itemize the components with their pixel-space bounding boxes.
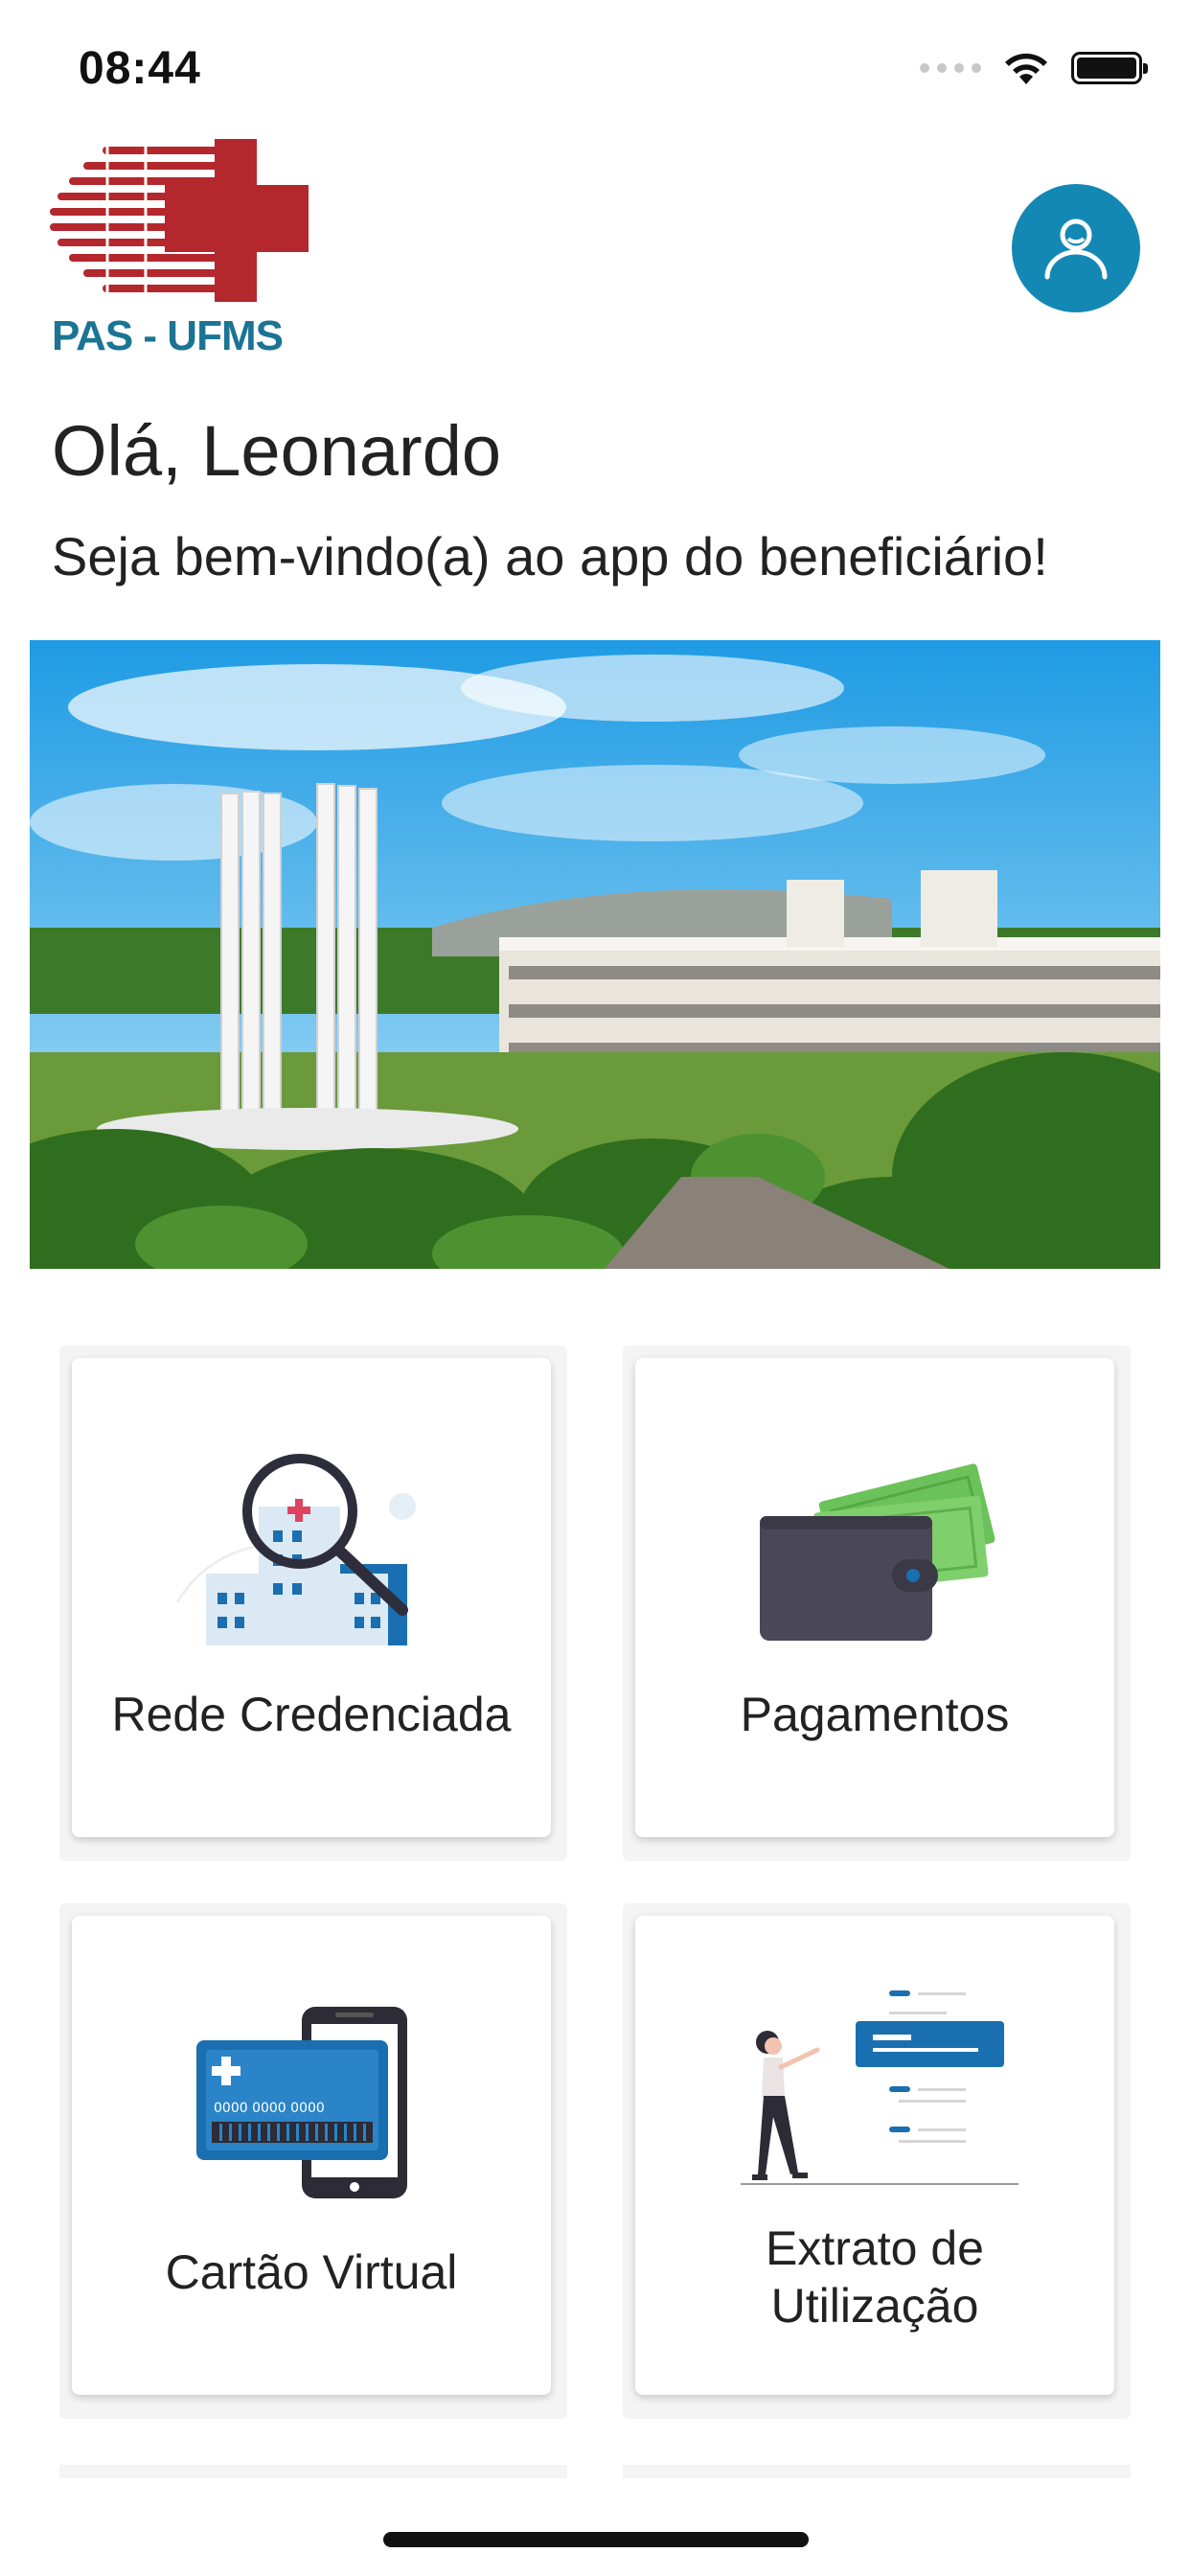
profile-button[interactable] <box>1012 184 1140 312</box>
card-phone-icon: 0000 0000 0000 <box>196 2007 407 2198</box>
signal-icon <box>920 63 981 73</box>
card-cartao-virtual-shell: 0000 0000 0000 Cartão Virtual <box>59 1903 567 2419</box>
rede-credenciada-card[interactable]: Rede Credenciada <box>72 1358 551 1837</box>
logo-text: PAS - UFMS <box>52 312 284 359</box>
extrato-label-line2: Utilização <box>770 2279 979 2333</box>
user-icon <box>1044 218 1108 280</box>
greeting-title: Olá, Leonardo <box>52 411 502 491</box>
card-rede-credenciada-shell: Rede Credenciada <box>59 1346 567 1861</box>
extrato-label-line1: Extrato de <box>766 2221 984 2275</box>
pagamentos-card[interactable]: Pagamentos <box>635 1358 1114 1837</box>
card-extrato-shell: Extrato de Utilização <box>623 1903 1131 2419</box>
battery-icon <box>1071 52 1148 84</box>
cartao-virtual-card[interactable]: 0000 0000 0000 Cartão Virtual <box>72 1916 551 2395</box>
extrato-utilizacao-card[interactable]: Extrato de Utilização <box>635 1916 1114 2395</box>
home-indicator[interactable] <box>383 2532 809 2547</box>
card-number-text: 0000 0000 0000 <box>214 2101 325 2116</box>
wifi-icon <box>1005 53 1047 84</box>
welcome-subtitle: Seja bem-vindo(a) ao app do beneficiário… <box>52 526 1048 586</box>
campus-banner-image <box>30 640 1160 1269</box>
hospital-search-icon <box>175 1454 416 1645</box>
rede-credenciada-label: Rede Credenciada <box>111 1688 512 1741</box>
next-card-peek-right <box>623 2465 1131 2478</box>
wallet-icon <box>760 1463 995 1641</box>
status-time: 08:44 <box>79 43 201 94</box>
next-card-peek-left <box>59 2465 567 2478</box>
extrato-utilizacao-label: Extrato de Utilização <box>766 2220 984 2334</box>
cartao-virtual-label: Cartão Virtual <box>165 2245 458 2299</box>
pagamentos-label: Pagamentos <box>740 1688 1010 1741</box>
card-pagamentos-shell: Pagamentos <box>623 1346 1131 1861</box>
status-icons <box>920 50 1148 86</box>
statement-icon <box>741 1990 1018 2185</box>
